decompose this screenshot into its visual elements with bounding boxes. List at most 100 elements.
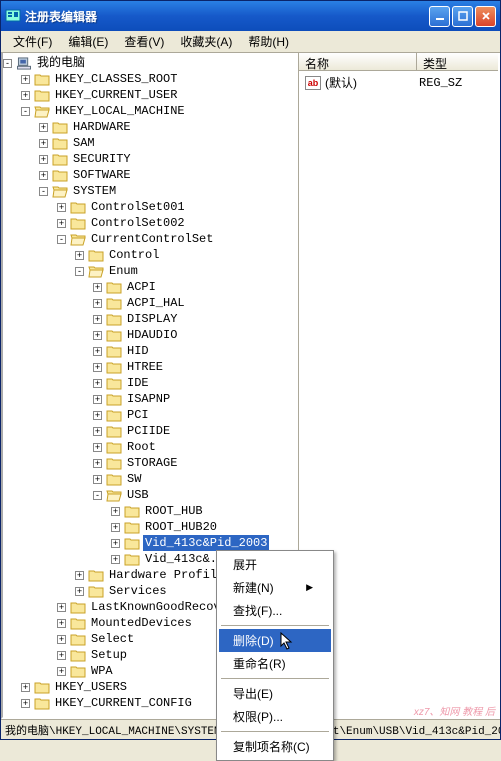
ctx-expand[interactable]: 展开	[219, 553, 331, 576]
expand-toggle[interactable]: +	[111, 507, 120, 516]
expand-toggle[interactable]: +	[39, 139, 48, 148]
ctx-permissions[interactable]: 权限(P)...	[219, 705, 331, 728]
ctx-new[interactable]: 新建(N)▶	[219, 576, 331, 599]
tree-item[interactable]: +HKEY_CLASSES_ROOT	[3, 71, 298, 87]
expand-toggle[interactable]: +	[93, 347, 102, 356]
tree-item[interactable]: +Vid_413c&Pid_2003	[3, 535, 298, 551]
ctx-find[interactable]: 查找(F)...	[219, 599, 331, 622]
expand-toggle[interactable]: +	[93, 379, 102, 388]
ctx-delete[interactable]: 删除(D)	[219, 629, 331, 652]
tree-item[interactable]: +HTREE	[3, 359, 298, 375]
expand-toggle[interactable]: +	[57, 635, 66, 644]
tree-item[interactable]: +ROOT_HUB	[3, 503, 298, 519]
tree-item[interactable]: +PCIIDE	[3, 423, 298, 439]
maximize-button[interactable]	[452, 6, 473, 27]
minimize-button[interactable]	[429, 6, 450, 27]
column-headers[interactable]: 名称 类型	[299, 53, 498, 71]
tree-item[interactable]: +HKEY_CURRENT_USER	[3, 87, 298, 103]
expand-toggle[interactable]: +	[75, 587, 84, 596]
expand-toggle[interactable]: +	[21, 683, 30, 692]
expand-toggle[interactable]: +	[111, 539, 120, 548]
menubar: 文件(F) 编辑(E) 查看(V) 收藏夹(A) 帮助(H)	[1, 31, 500, 53]
tree-item[interactable]: +ControlSet001	[3, 199, 298, 215]
expand-toggle[interactable]: +	[93, 459, 102, 468]
collapse-toggle[interactable]: -	[21, 107, 30, 116]
tree-item[interactable]: -SYSTEM	[3, 183, 298, 199]
ctx-copy-key-name[interactable]: 复制项名称(C)	[219, 735, 331, 758]
menu-help[interactable]: 帮助(H)	[240, 31, 297, 52]
expand-toggle[interactable]: +	[93, 331, 102, 340]
tree-item[interactable]: +SOFTWARE	[3, 167, 298, 183]
tree-label: Enum	[107, 263, 140, 279]
expand-toggle[interactable]: +	[111, 523, 120, 532]
expand-toggle[interactable]: +	[93, 395, 102, 404]
tree-item[interactable]: +ACPI_HAL	[3, 295, 298, 311]
expand-toggle[interactable]: +	[57, 203, 66, 212]
expand-toggle[interactable]: +	[39, 171, 48, 180]
expand-toggle[interactable]: +	[93, 427, 102, 436]
expand-toggle[interactable]: +	[93, 363, 102, 372]
tree-item[interactable]: +DISPLAY	[3, 311, 298, 327]
expand-toggle[interactable]: +	[21, 699, 30, 708]
tree-item[interactable]: +ISAPNP	[3, 391, 298, 407]
tree-item[interactable]: +Control	[3, 247, 298, 263]
tree-item[interactable]: +SAM	[3, 135, 298, 151]
expand-toggle[interactable]: +	[57, 651, 66, 660]
expand-toggle[interactable]: +	[57, 667, 66, 676]
collapse-toggle[interactable]: -	[3, 59, 12, 68]
ctx-separator	[221, 731, 329, 732]
folder-icon	[88, 249, 104, 262]
tree-item[interactable]: + SW	[3, 471, 298, 487]
value-row[interactable]: ab (默认) REG_SZ	[301, 73, 496, 92]
tree-item[interactable]: -CurrentControlSet	[3, 231, 298, 247]
tree-item[interactable]: +SECURITY	[3, 151, 298, 167]
expand-toggle[interactable]: +	[93, 475, 102, 484]
titlebar[interactable]: 注册表编辑器	[1, 1, 500, 31]
expand-toggle[interactable]: +	[21, 75, 30, 84]
expand-toggle[interactable]: +	[21, 91, 30, 100]
expand-toggle[interactable]: +	[57, 619, 66, 628]
expand-toggle[interactable]: +	[75, 571, 84, 580]
ctx-rename[interactable]: 重命名(R)	[219, 652, 331, 675]
tree-item[interactable]: +IDE	[3, 375, 298, 391]
tree-item[interactable]: +ACPI	[3, 279, 298, 295]
tree-label: SW	[125, 471, 143, 487]
expand-toggle[interactable]: +	[111, 555, 120, 564]
expand-toggle[interactable]: +	[39, 155, 48, 164]
menu-edit[interactable]: 编辑(E)	[60, 31, 116, 52]
menu-view[interactable]: 查看(V)	[116, 31, 172, 52]
expand-toggle[interactable]: +	[57, 219, 66, 228]
tree-item[interactable]: - Enum	[3, 263, 298, 279]
tree-item[interactable]: +HID	[3, 343, 298, 359]
tree-item[interactable]: -HKEY_LOCAL_MACHINE	[3, 103, 298, 119]
computer-icon	[16, 57, 32, 70]
menu-file[interactable]: 文件(F)	[5, 31, 60, 52]
expand-toggle[interactable]: +	[57, 603, 66, 612]
expand-toggle[interactable]: +	[93, 443, 102, 452]
tree-item[interactable]: -我的电脑	[3, 55, 298, 71]
tree-item[interactable]: +HARDWARE	[3, 119, 298, 135]
expand-toggle[interactable]: +	[75, 251, 84, 260]
col-name[interactable]: 名称	[299, 53, 417, 70]
tree-item[interactable]: +ROOT_HUB20	[3, 519, 298, 535]
folder-icon	[106, 377, 122, 390]
collapse-toggle[interactable]: -	[57, 235, 66, 244]
col-type[interactable]: 类型	[417, 53, 498, 70]
close-button[interactable]	[475, 6, 496, 27]
tree-item[interactable]: +Root	[3, 439, 298, 455]
expand-toggle[interactable]: +	[39, 123, 48, 132]
expand-toggle[interactable]: +	[93, 283, 102, 292]
tree-item[interactable]: +HDAUDIO	[3, 327, 298, 343]
expand-toggle[interactable]: +	[93, 411, 102, 420]
tree-item[interactable]: -USB	[3, 487, 298, 503]
collapse-toggle[interactable]: -	[75, 267, 84, 276]
tree-item[interactable]: +STORAGE	[3, 455, 298, 471]
expand-toggle[interactable]: +	[93, 315, 102, 324]
tree-item[interactable]: +ControlSet002	[3, 215, 298, 231]
collapse-toggle[interactable]: -	[39, 187, 48, 196]
menu-favorites[interactable]: 收藏夹(A)	[172, 31, 240, 52]
collapse-toggle[interactable]: -	[93, 491, 102, 500]
tree-item[interactable]: +PCI	[3, 407, 298, 423]
expand-toggle[interactable]: +	[93, 299, 102, 308]
ctx-export[interactable]: 导出(E)	[219, 682, 331, 705]
